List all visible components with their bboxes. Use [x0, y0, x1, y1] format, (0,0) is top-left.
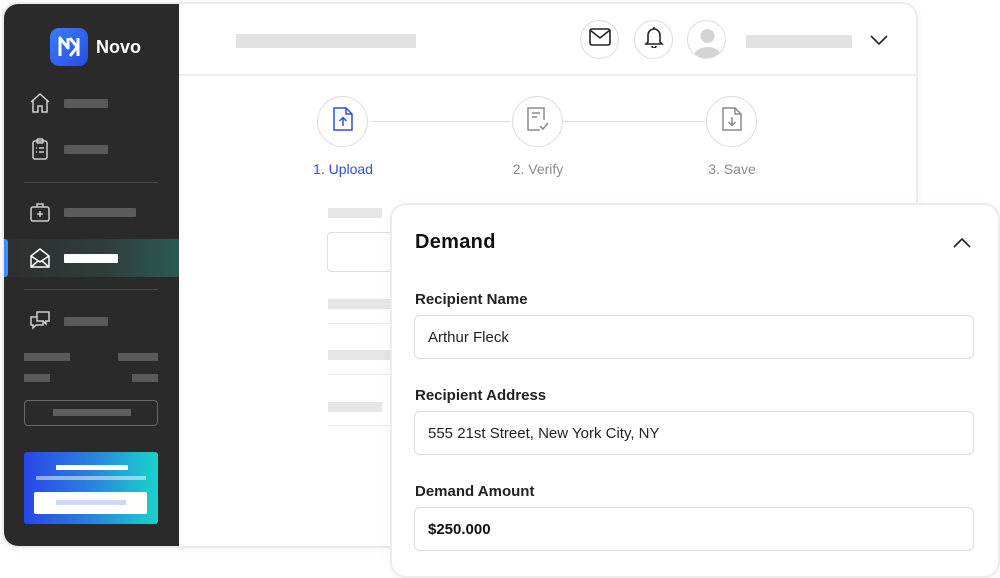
form-label-placeholder	[328, 402, 382, 412]
home-icon	[28, 91, 52, 115]
brand-name: Novo	[96, 36, 141, 57]
recipient-name-label: Recipient Name	[415, 291, 528, 308]
stepper: 1. Upload 2. Verify 3. Save	[179, 76, 916, 196]
demand-amount-field[interactable]: $250.000	[414, 507, 974, 551]
form-label-placeholder	[328, 350, 398, 360]
user-name-placeholder	[746, 35, 852, 48]
step-label-upload[interactable]: 1. Upload	[273, 161, 413, 177]
logo[interactable]: Novo	[50, 28, 141, 66]
notifications-button[interactable]	[634, 20, 673, 59]
sidebar: Novo	[4, 4, 179, 546]
mail-button[interactable]	[580, 20, 619, 59]
bell-icon	[643, 26, 664, 53]
step-save[interactable]	[706, 96, 757, 147]
avatar[interactable]	[687, 20, 726, 59]
chevron-down-icon[interactable]	[869, 32, 889, 48]
page-title-placeholder	[236, 34, 416, 48]
recipient-address-field[interactable]: 555 21st Street, New York City, NY	[414, 411, 974, 455]
verify-document-icon	[526, 106, 550, 137]
avatar-icon	[688, 29, 725, 58]
chat-bubbles-icon	[28, 309, 52, 333]
topbar	[179, 4, 916, 76]
step-label-verify[interactable]: 2. Verify	[468, 161, 608, 177]
chevron-up-icon[interactable]	[952, 235, 972, 251]
step-label-save[interactable]: 3. Save	[662, 161, 802, 177]
sidebar-item-home[interactable]	[4, 84, 179, 122]
medical-kit-icon	[28, 200, 52, 224]
sidebar-item-messages[interactable]	[4, 302, 179, 340]
sidebar-item-tasks[interactable]	[4, 130, 179, 168]
download-file-icon	[721, 106, 743, 137]
demand-card: Demand Recipient Name Arthur Fleck Recip…	[392, 205, 998, 576]
upload-file-icon	[332, 106, 354, 137]
mail-icon	[588, 28, 611, 51]
promo-button[interactable]	[34, 492, 147, 514]
recipient-name-field[interactable]: Arthur Fleck	[414, 315, 974, 359]
sidebar-outline-button[interactable]	[24, 400, 158, 426]
envelope-open-icon	[28, 246, 52, 270]
form-label-placeholder	[328, 299, 398, 309]
step-upload[interactable]	[317, 96, 368, 147]
clipboard-icon	[28, 137, 52, 161]
novo-logo-icon	[50, 28, 88, 66]
recipient-address-label: Recipient Address	[415, 387, 547, 404]
sidebar-item-demands[interactable]	[4, 239, 179, 277]
demand-amount-label: Demand Amount	[415, 483, 535, 500]
step-verify[interactable]	[512, 96, 563, 147]
promo-card	[24, 452, 158, 524]
form-label-placeholder	[328, 208, 382, 218]
sidebar-item-medical[interactable]	[4, 193, 179, 231]
demand-title: Demand	[415, 231, 496, 253]
